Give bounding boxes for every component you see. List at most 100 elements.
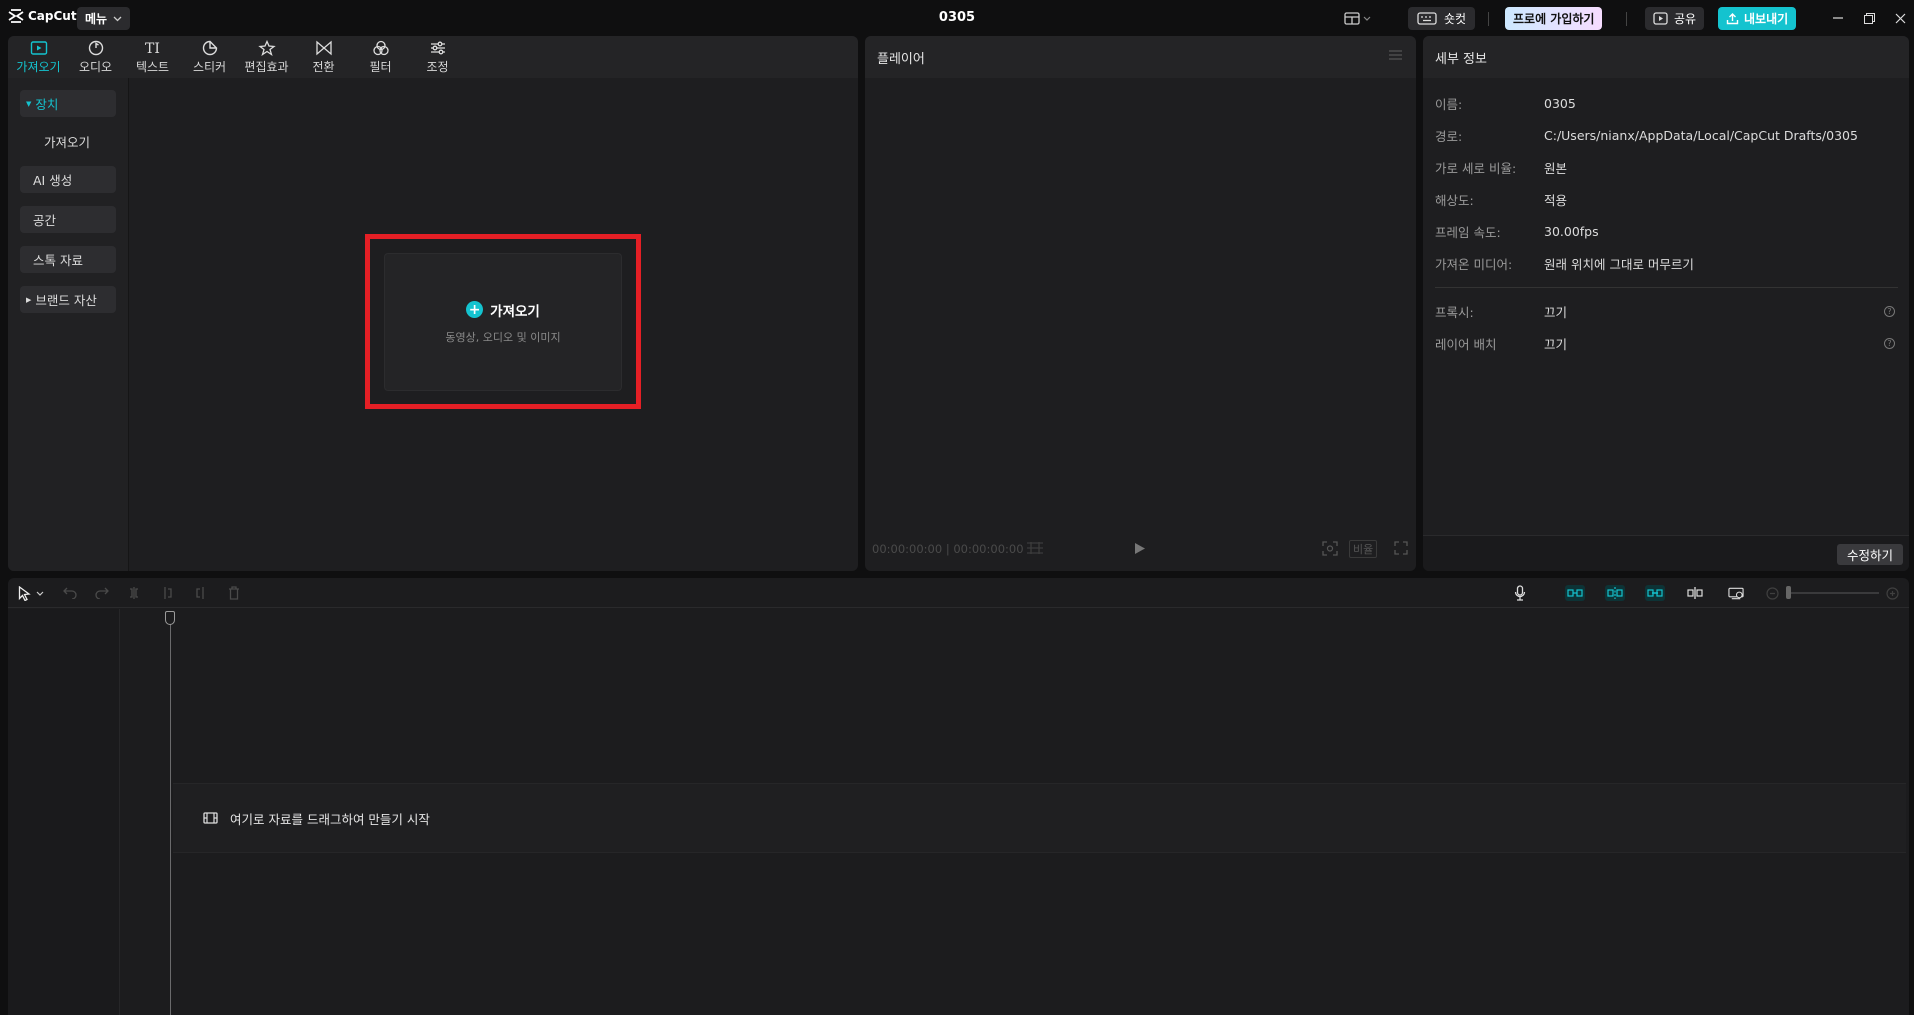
share-button[interactable]: 공유 (1645, 7, 1705, 30)
import-title: + 가져오기 (466, 300, 540, 320)
transition-icon (315, 40, 332, 55)
select-cursor-icon[interactable] (16, 585, 32, 601)
shortcut-label: 숏컷 (1444, 12, 1467, 26)
main-track-magnet-icon[interactable] (1565, 585, 1585, 601)
sidebar-item-label: 가져오기 (44, 135, 91, 150)
menu-label: 메뉴 (85, 12, 108, 26)
timecode-current: 00:00:00:00 (872, 542, 943, 556)
svg-text:TI: TI (145, 41, 160, 56)
import-drop-zone[interactable]: + 가져오기 동영상, 오디오 및 이미지 (384, 253, 622, 391)
divider (1488, 12, 1489, 26)
tab-filter[interactable]: 필터 (352, 36, 409, 78)
sidebar-item-label: 스톡 자료 (33, 253, 83, 268)
restore-icon[interactable] (1860, 9, 1878, 27)
tab-label: 조정 (426, 59, 449, 74)
detail-label: 프레임 속도: (1435, 224, 1501, 240)
tab-audio[interactable]: 오디오 (67, 36, 124, 78)
detail-value[interactable]: 끄기 (1544, 334, 1567, 353)
media-sidebar: ▼ 장치 가져오기 AI 생성 공간 스톡 자료 ▶ 브랜드 자산 (8, 78, 129, 571)
hamburger-menu-icon[interactable] (1389, 49, 1402, 64)
sidebar-item-ai-generate[interactable]: AI 생성 (20, 166, 116, 193)
sidebar-item-import[interactable]: 가져오기 (20, 128, 116, 155)
modify-button[interactable]: 수정하기 (1836, 544, 1903, 565)
sidebar-item-brand[interactable]: ▶ 브랜드 자산 (20, 286, 116, 313)
trim-left-icon[interactable] (160, 585, 176, 601)
detail-label: 해상도: (1435, 192, 1474, 208)
tab-label: 가져오기 (16, 59, 61, 74)
export-label: 내보내기 (1744, 12, 1789, 26)
layout-toggle-button[interactable] (1344, 7, 1371, 30)
divider (1626, 12, 1627, 26)
preview-axis-icon[interactable] (1687, 585, 1703, 601)
collapsed-triangle-icon: ▶ (26, 295, 32, 304)
capcut-logo: CapCut (8, 9, 77, 23)
trim-right-icon[interactable] (192, 585, 208, 601)
export-button[interactable]: 내보내기 (1718, 7, 1797, 30)
detail-value: 원본 (1544, 160, 1568, 176)
detail-value: 원래 위치에 그대로 머무르기 (1544, 256, 1694, 272)
detail-row-name: 이름: 0305 (1435, 93, 1895, 113)
play-icon[interactable] (1134, 542, 1146, 559)
chevron-down-icon[interactable] (32, 585, 48, 601)
fullscreen-icon[interactable] (1394, 541, 1408, 559)
detail-row-resolution: 해상도: 적용 (1435, 189, 1895, 209)
media-panel: 가져오기 오디오 TI 텍스트 스티커 편집효과 전환 필터 조정 ▼ 장치 가… (8, 36, 858, 571)
shortcut-button[interactable]: 숏컷 (1408, 7, 1476, 30)
sidebar-item-label: 브랜드 자산 (35, 293, 97, 308)
playhead-handle[interactable] (165, 611, 175, 625)
upload-icon (1726, 13, 1739, 25)
detail-label: 경로: (1435, 128, 1463, 144)
timeline-panel: 여기로 자료를 드래그하여 만들기 시작 (8, 578, 1909, 1015)
fit-screen-icon[interactable] (1322, 541, 1338, 560)
sidebar-item-device[interactable]: ▼ 장치 (20, 90, 116, 117)
detail-label: 레이어 배치 (1435, 336, 1497, 352)
detail-label: 프록시: (1435, 304, 1474, 320)
close-icon[interactable] (1891, 9, 1909, 27)
detail-value[interactable]: 끄기 (1544, 302, 1567, 321)
zoom-out-icon[interactable] (1764, 585, 1780, 601)
timeline-list-icon[interactable] (1026, 541, 1044, 559)
tab-sticker[interactable]: 스티커 (181, 36, 238, 78)
zoom-slider-handle[interactable] (1786, 586, 1791, 599)
sidebar-item-stock[interactable]: 스톡 자료 (20, 246, 116, 273)
minimize-icon[interactable] (1829, 9, 1847, 27)
playhead-line (170, 617, 171, 1015)
detail-value: 적용 (1544, 192, 1568, 208)
help-icon[interactable]: ? (1884, 337, 1895, 349)
tab-text[interactable]: TI 텍스트 (124, 36, 181, 78)
sticker-icon (202, 40, 217, 55)
tab-label: 전환 (312, 59, 335, 74)
undo-icon[interactable] (62, 585, 78, 601)
tab-transition[interactable]: 전환 (295, 36, 352, 78)
help-icon[interactable]: ? (1884, 305, 1895, 317)
details-divider (1435, 287, 1898, 288)
auto-snap-icon[interactable] (1605, 585, 1625, 601)
tab-label: 텍스트 (135, 59, 170, 74)
tab-adjust[interactable]: 조정 (409, 36, 466, 78)
sidebar-item-space[interactable]: 공간 (20, 206, 116, 233)
join-pro-button[interactable]: 프로에 가입하기 (1505, 7, 1603, 30)
timeline-drop-zone[interactable]: 여기로 자료를 드래그하여 만들기 시작 (173, 783, 1906, 853)
microphone-icon[interactable] (1512, 585, 1528, 601)
details-footer: 수정하기 (1423, 535, 1909, 571)
detail-row-layer: 레이어 배치 끄기 ? (1435, 333, 1895, 353)
delete-icon[interactable] (226, 585, 242, 601)
redo-icon[interactable] (94, 585, 110, 601)
tab-effects[interactable]: 편집효과 (238, 36, 295, 78)
linkage-icon[interactable] (1645, 585, 1665, 601)
thumbnail-icon[interactable] (1728, 585, 1744, 601)
text-icon: TI (145, 41, 160, 56)
player-header: 플레이어 (865, 36, 1416, 78)
zoom-in-icon[interactable] (1884, 585, 1900, 601)
expand-triangle-icon: ▼ (26, 99, 32, 108)
detail-row-proxy: 프록시: 끄기 ? (1435, 301, 1895, 321)
tab-import[interactable]: 가져오기 (10, 36, 67, 78)
detail-value: 30.00fps (1544, 223, 1599, 239)
main-menu-button[interactable]: 메뉴 (77, 7, 131, 30)
film-icon (203, 812, 218, 824)
split-icon[interactable] (126, 585, 142, 601)
import-highlight-box: + 가져오기 동영상, 오디오 및 이미지 (365, 234, 641, 409)
detail-row-aspect: 가로 세로 비율: 원본 (1435, 157, 1895, 177)
ratio-button[interactable]: 비율 (1349, 540, 1378, 558)
zoom-slider-track[interactable] (1789, 592, 1879, 594)
